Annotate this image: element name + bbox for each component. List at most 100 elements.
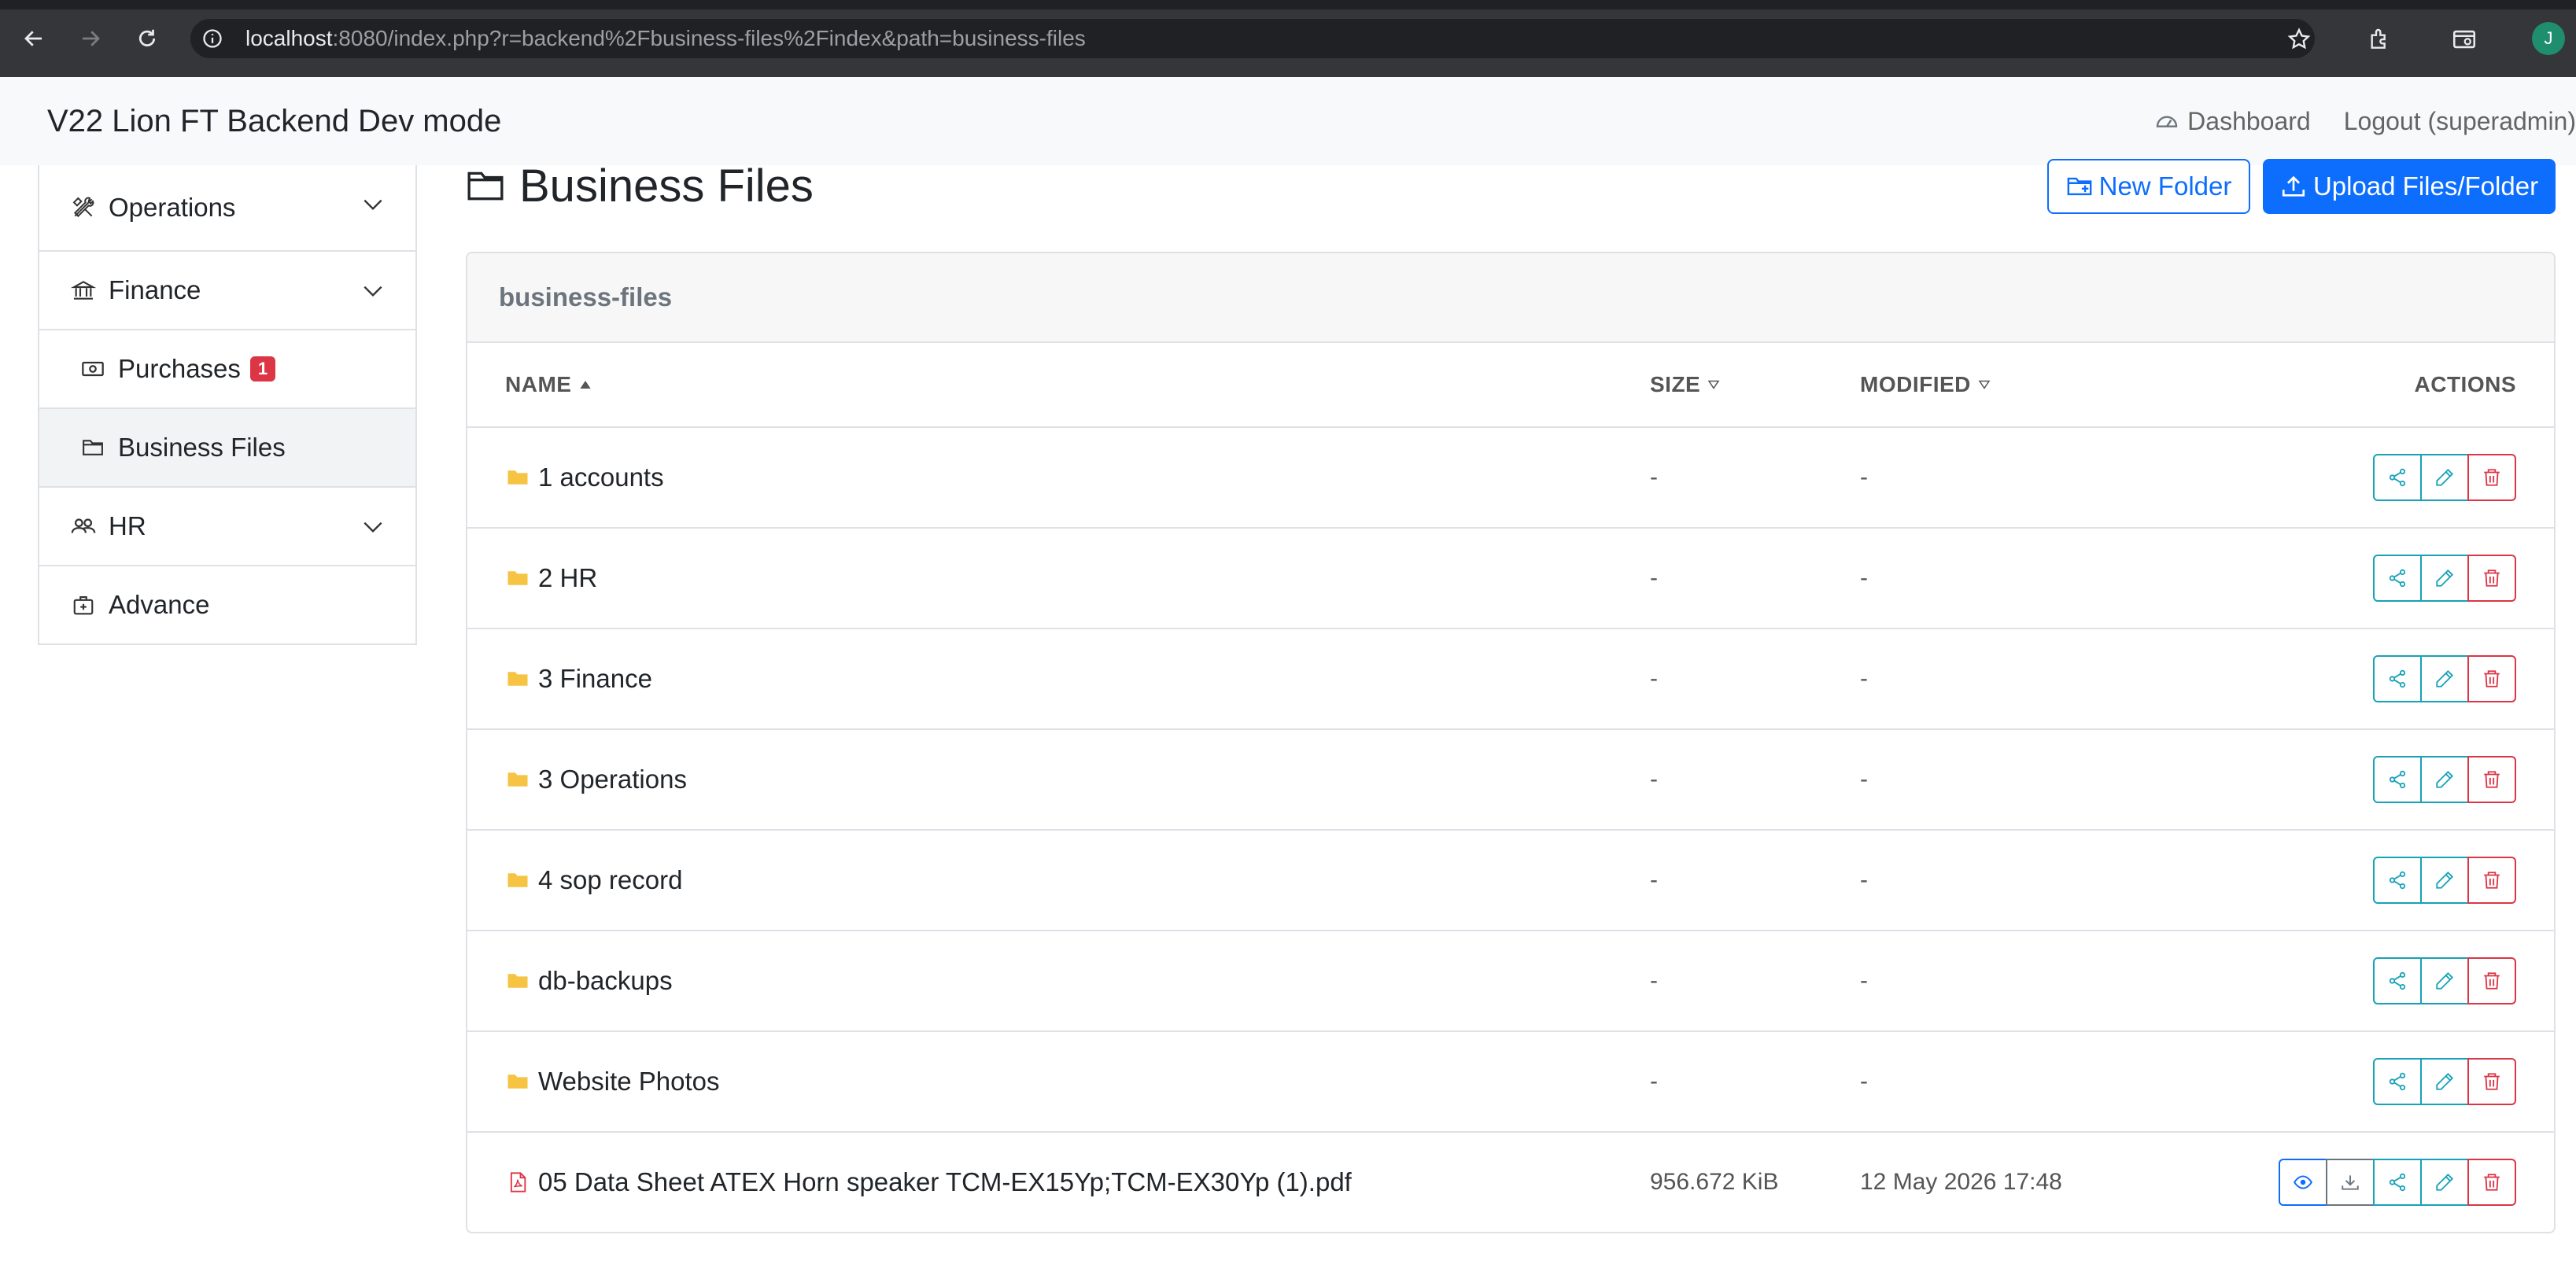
page-title-text: Business Files — [519, 160, 814, 212]
share-icon — [2387, 1172, 2408, 1192]
sidebar-item-label: Advance — [109, 590, 210, 619]
delete-button[interactable] — [2467, 1058, 2516, 1105]
rename-button[interactable] — [2420, 857, 2469, 904]
files-card: business-files NAME SIZE MODIFIED ACTION… — [466, 252, 2556, 1233]
rename-button[interactable] — [2420, 1159, 2469, 1206]
share-button[interactable] — [2373, 1159, 2422, 1206]
new-folder-button[interactable]: New Folder — [2047, 159, 2250, 214]
sidebar-item-label: HR — [109, 511, 146, 540]
dashboard-label: Dashboard — [2187, 106, 2311, 135]
trash-icon — [2482, 769, 2502, 790]
file-name: 05 Data Sheet ATEX Horn speaker TCM-EX15… — [538, 1167, 1352, 1196]
row-actions — [2279, 1133, 2516, 1232]
profile-avatar[interactable]: J — [2532, 22, 2565, 55]
pencil-icon — [2434, 870, 2455, 890]
address-bar[interactable]: localhost:8080/index.php?r=backend%2Fbus… — [190, 19, 2315, 58]
file-name-cell[interactable]: 05 Data Sheet ATEX Horn speaker TCM-EX15… — [505, 1133, 1352, 1232]
row-actions — [2373, 529, 2516, 628]
back-icon[interactable] — [14, 19, 54, 58]
url-text[interactable]: localhost:8080/index.php?r=backend%2Fbus… — [245, 19, 1086, 58]
column-header-name[interactable]: NAME — [505, 343, 593, 426]
table-row[interactable]: 4 sop record - - — [467, 831, 2554, 931]
delete-button[interactable] — [2467, 857, 2516, 904]
table-row[interactable]: 2 HR - - — [467, 529, 2554, 629]
rename-button[interactable] — [2420, 454, 2469, 501]
table-row[interactable]: db-backups - - — [467, 931, 2554, 1032]
sidebar-item-advance[interactable]: Advance — [38, 566, 417, 645]
delete-button[interactable] — [2467, 655, 2516, 702]
dashboard-link[interactable]: Dashboard — [2154, 107, 2311, 136]
bag-icon — [69, 591, 98, 619]
eye-icon — [2293, 1172, 2313, 1192]
share-button[interactable] — [2373, 655, 2422, 702]
share-button[interactable] — [2373, 454, 2422, 501]
table-row[interactable]: 1 accounts - - — [467, 428, 2554, 529]
people-icon — [69, 512, 98, 540]
table-row[interactable]: Website Photos - - — [467, 1032, 2554, 1133]
column-header-actions: ACTIONS — [2415, 343, 2517, 426]
file-name-cell[interactable]: 1 accounts — [505, 428, 664, 527]
file-name-cell[interactable]: Website Photos — [505, 1032, 720, 1131]
upload-button[interactable]: Upload Files/Folder — [2263, 159, 2556, 214]
site-info-icon[interactable] — [201, 28, 223, 50]
file-modified: - — [1860, 766, 1868, 792]
breadcrumb[interactable]: business-files — [467, 253, 2554, 343]
share-button[interactable] — [2373, 756, 2422, 803]
file-name-cell[interactable]: 3 Finance — [505, 629, 652, 728]
delete-button[interactable] — [2467, 555, 2516, 602]
download-button[interactable] — [2326, 1159, 2375, 1206]
rename-button[interactable] — [2420, 655, 2469, 702]
rename-button[interactable] — [2420, 756, 2469, 803]
sidebar-item-finance[interactable]: Finance — [38, 252, 417, 330]
sidebar-item-business-files[interactable]: Business Files — [38, 409, 417, 488]
sidebar-item-operations[interactable]: Operations — [38, 165, 417, 252]
pencil-icon — [2434, 568, 2455, 588]
file-modified: - — [1860, 968, 1868, 993]
folder-icon — [505, 968, 530, 993]
row-actions — [2373, 629, 2516, 728]
share-button[interactable] — [2373, 555, 2422, 602]
delete-button[interactable] — [2467, 1159, 2516, 1206]
delete-button[interactable] — [2467, 454, 2516, 501]
file-list: 1 accounts - -2 HR - -3 Finance - -3 Operation… — [467, 428, 2554, 1232]
file-name: db-backups — [538, 966, 673, 995]
file-name-cell[interactable]: 2 HR — [505, 529, 597, 628]
delete-button[interactable] — [2467, 756, 2516, 803]
share-button[interactable] — [2373, 957, 2422, 1004]
file-modified: 12 May 2026 17:48 — [1860, 1169, 2062, 1195]
file-size: - — [1650, 766, 1658, 792]
file-name: Website Photos — [538, 1067, 720, 1096]
table-row[interactable]: 05 Data Sheet ATEX Horn speaker TCM-EX15… — [467, 1133, 2554, 1232]
share-button[interactable] — [2373, 857, 2422, 904]
view-button[interactable] — [2279, 1159, 2327, 1206]
column-header-modified[interactable]: MODIFIED — [1860, 343, 1991, 426]
delete-button[interactable] — [2467, 957, 2516, 1004]
file-name-cell[interactable]: db-backups — [505, 931, 673, 1030]
brand-title[interactable]: V22 Lion FT Backend Dev mode — [47, 77, 501, 165]
rename-button[interactable] — [2420, 957, 2469, 1004]
table-row[interactable]: 3 Finance - - — [467, 629, 2554, 730]
rename-button[interactable] — [2420, 555, 2469, 602]
logout-link[interactable]: Logout (superadmin) — [2344, 107, 2576, 136]
share-icon — [2387, 467, 2408, 488]
rename-button[interactable] — [2420, 1058, 2469, 1105]
share-button[interactable] — [2373, 1058, 2422, 1105]
sidebar-item-purchases[interactable]: Purchases 1 — [38, 330, 417, 409]
pdf-file-icon — [505, 1170, 530, 1195]
bookmark-star-icon[interactable] — [2282, 22, 2316, 57]
trash-icon — [2482, 1071, 2502, 1092]
new-folder-label: New Folder — [2098, 171, 2232, 201]
file-name-cell[interactable]: 3 Operations — [505, 730, 687, 829]
column-header-size[interactable]: SIZE — [1650, 343, 1721, 426]
folder-plus-icon — [2067, 177, 2091, 196]
row-actions — [2373, 1032, 2516, 1131]
tab-search-icon[interactable] — [2447, 22, 2482, 57]
file-name-cell[interactable]: 4 sop record — [505, 831, 682, 930]
forward-icon[interactable] — [71, 19, 110, 58]
extensions-icon[interactable] — [2362, 22, 2397, 57]
sidebar-item-label: Operations — [109, 193, 236, 222]
sidebar-item-hr[interactable]: HR — [38, 488, 417, 566]
reload-icon[interactable] — [127, 19, 167, 58]
table-row[interactable]: 3 Operations - - — [467, 730, 2554, 831]
logout-label: Logout (superadmin) — [2343, 106, 2576, 135]
